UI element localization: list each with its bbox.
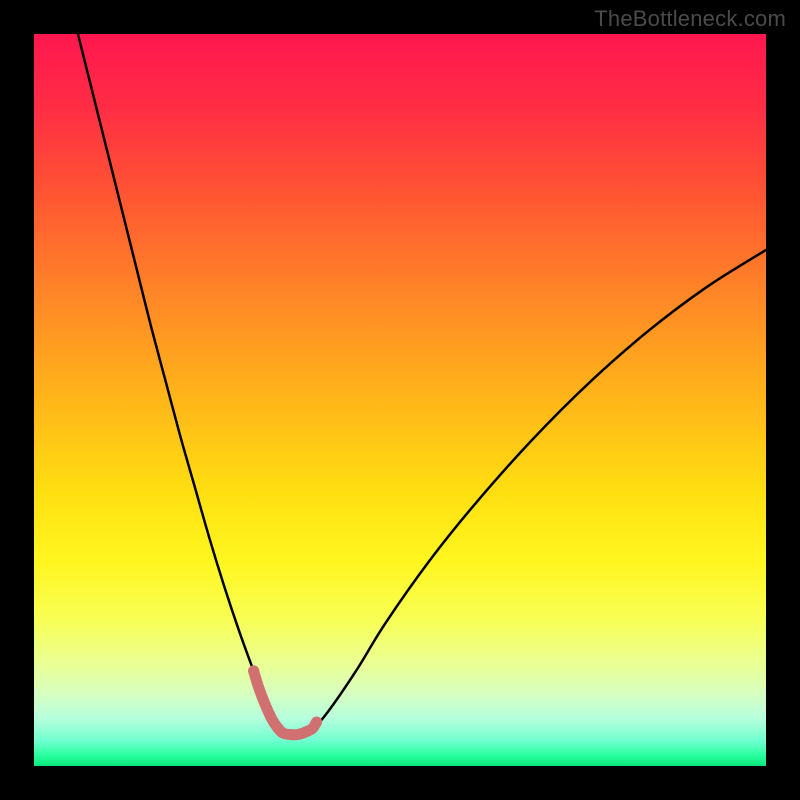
chart-frame: TheBottleneck.com (0, 0, 800, 800)
optimal-marker-endcap (311, 717, 322, 728)
watermark-text: TheBottleneck.com (594, 6, 786, 32)
optimal-marker-path (254, 671, 317, 735)
plot-area (34, 34, 766, 766)
bottleneck-curve-path (78, 34, 766, 735)
optimal-marker-endcap (248, 665, 259, 676)
bottleneck-curve-svg (34, 34, 766, 766)
